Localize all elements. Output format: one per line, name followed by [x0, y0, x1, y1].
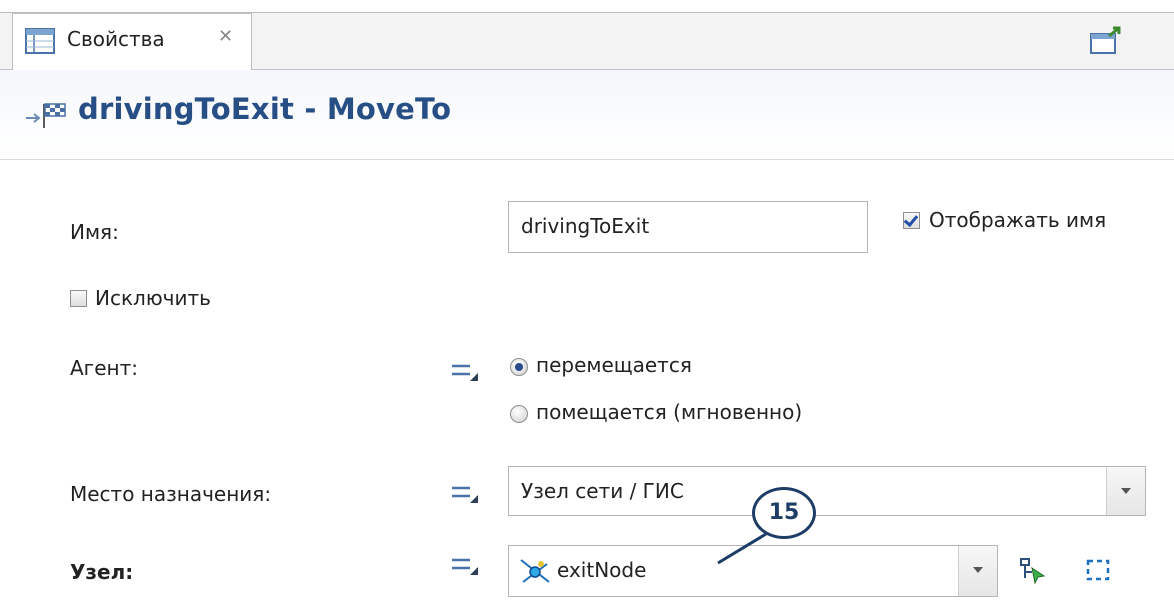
- dynamic-value-icon[interactable]: [450, 362, 480, 382]
- node-value: exitNode: [557, 558, 647, 582]
- highlight-node-icon[interactable]: [1084, 556, 1112, 584]
- agent-label: Агент:: [70, 356, 138, 380]
- node-icon: [520, 559, 550, 583]
- maximize-icon[interactable]: [1089, 26, 1123, 56]
- properties-header: drivingToExit - MoveTo: [0, 70, 1174, 160]
- destination-select[interactable]: Узел сети / ГИС: [508, 466, 1146, 516]
- properties-view-icon: [25, 28, 55, 54]
- show-name-label: Отображать имя: [929, 208, 1107, 232]
- name-label: Имя:: [70, 220, 119, 244]
- agent-moves-radio[interactable]: [510, 358, 528, 376]
- name-field-box[interactable]: [508, 201, 868, 253]
- destination-value: Узел сети / ГИС: [521, 479, 684, 503]
- dynamic-value-icon[interactable]: [450, 484, 480, 504]
- exclude-checkbox[interactable]: [70, 290, 87, 307]
- moveto-block-icon: [26, 103, 66, 128]
- agent-placed-radio[interactable]: [510, 405, 528, 423]
- callout-badge: 15: [752, 487, 816, 539]
- close-tab-icon[interactable]: ✕: [218, 26, 233, 47]
- tab-bar: Свойства ✕: [0, 12, 1174, 71]
- page-title: drivingToExit - MoveTo: [78, 92, 452, 126]
- chevron-down-icon[interactable]: [958, 546, 997, 596]
- node-label: Узел:: [70, 560, 134, 584]
- exclude-label: Исключить: [95, 286, 211, 310]
- agent-placed-label: помещается (мгновенно): [536, 400, 803, 424]
- select-node-icon[interactable]: [1018, 556, 1046, 584]
- show-name-checkbox[interactable]: [903, 212, 920, 229]
- top-strip: [0, 0, 1174, 12]
- agent-moves-label: перемещается: [536, 353, 692, 377]
- chevron-down-icon[interactable]: [1106, 467, 1145, 515]
- dynamic-value-icon[interactable]: [450, 556, 480, 576]
- node-select[interactable]: exitNode: [508, 545, 998, 597]
- name-field[interactable]: [521, 214, 851, 238]
- destination-label: Место назначения:: [70, 482, 272, 506]
- tab-label: Свойства: [67, 27, 165, 51]
- tab-properties[interactable]: Свойства ✕: [12, 13, 252, 71]
